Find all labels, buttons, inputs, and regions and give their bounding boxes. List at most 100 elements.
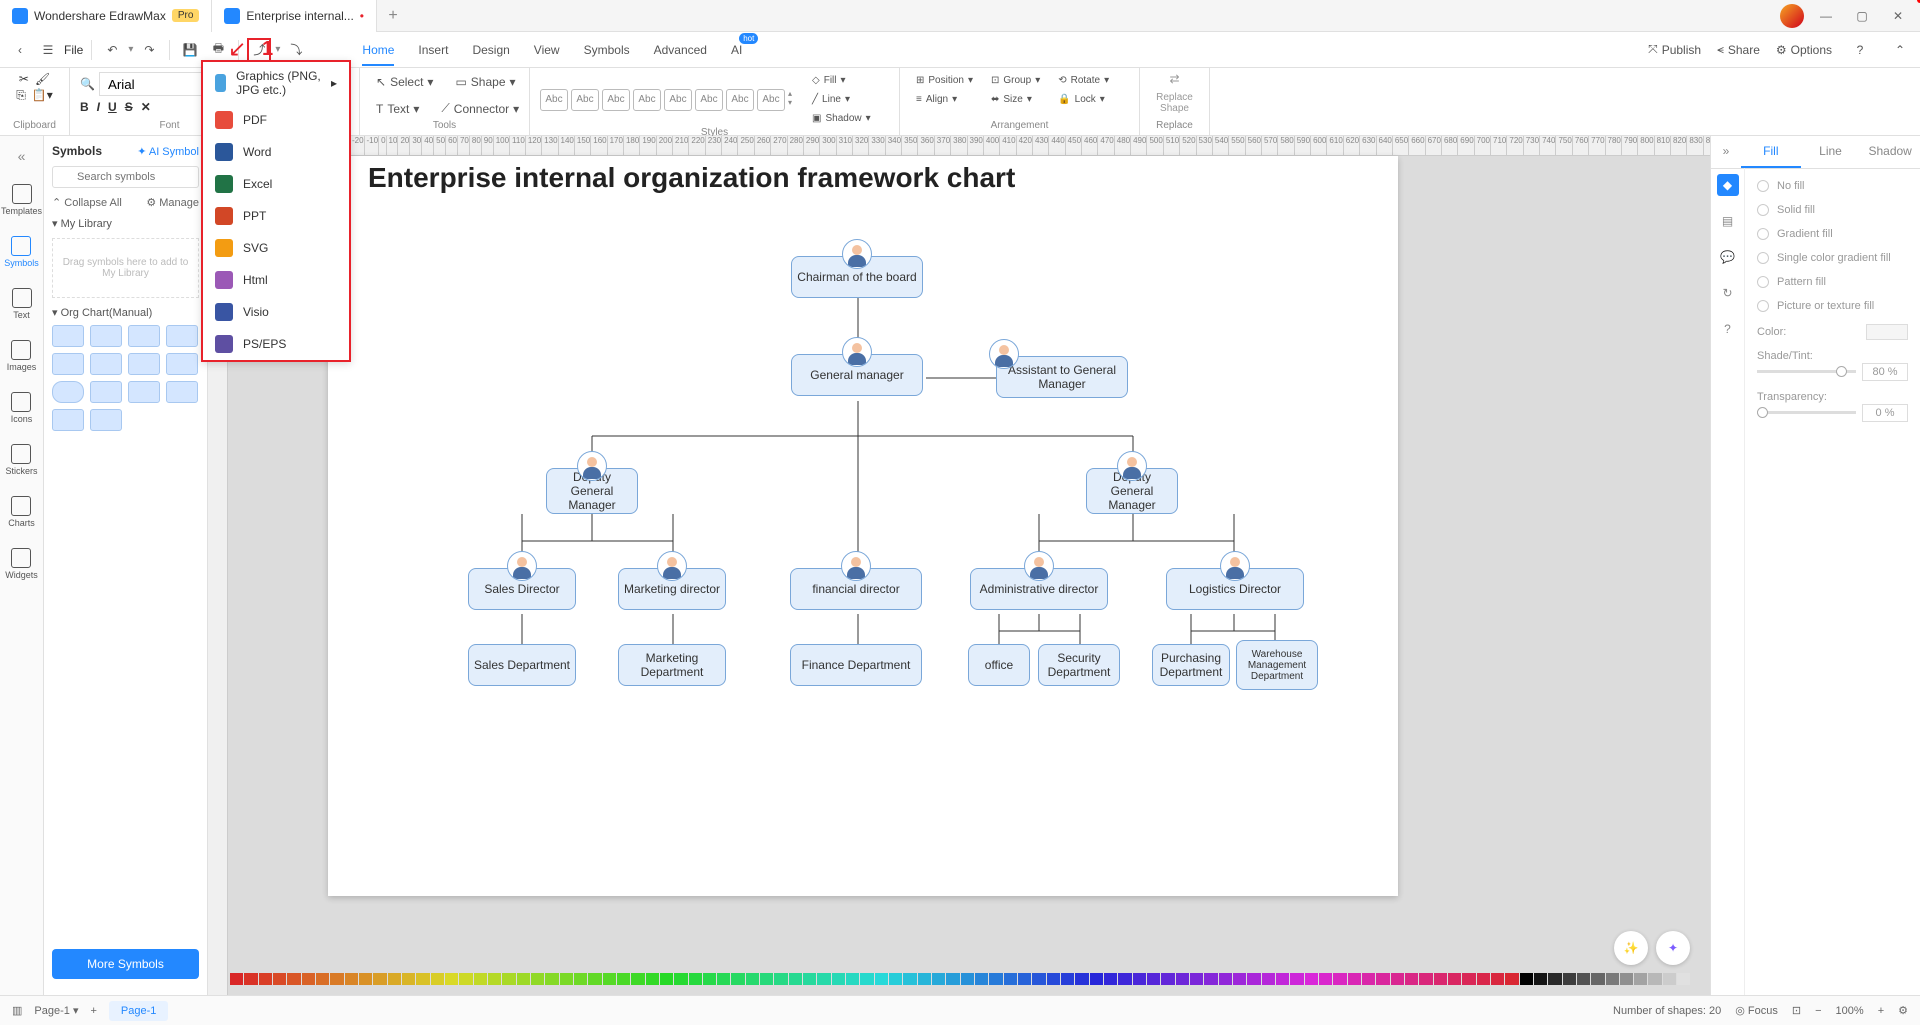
sidebar-text[interactable]: Text (12, 288, 32, 320)
transparency-value[interactable]: 0 % (1862, 404, 1908, 422)
help-button[interactable]: ? (1848, 38, 1872, 62)
zoom-level[interactable]: 100% (1836, 1005, 1864, 1017)
node-chairman[interactable]: Chairman of the board (791, 256, 923, 298)
share-button[interactable]: ⪪ Share (1717, 42, 1760, 57)
shape-item[interactable] (128, 353, 160, 375)
history-tool-icon[interactable]: ↻ (1717, 282, 1739, 304)
info-tool-icon[interactable]: ? (1717, 318, 1739, 340)
shape-item[interactable] (90, 381, 122, 403)
page-select[interactable]: Page-1 ▾ (34, 1004, 78, 1017)
save-button[interactable]: 💾 (178, 38, 202, 62)
style-tool-icon[interactable]: ◆ (1717, 174, 1739, 196)
pages-icon[interactable]: ▥ (12, 1004, 22, 1017)
export-visio[interactable]: Visio (203, 296, 349, 328)
node-dgm1[interactable]: Deputy General Manager (546, 468, 638, 514)
export-excel[interactable]: Excel (203, 168, 349, 200)
text-tool[interactable]: T Text▾ (370, 98, 425, 119)
page-tab[interactable]: Page-1 (109, 1001, 168, 1021)
redo-button[interactable]: ↷ (137, 38, 161, 62)
add-tab-button[interactable]: + (377, 7, 409, 25)
user-avatar[interactable] (1780, 4, 1804, 28)
file-menu[interactable]: File (64, 43, 83, 57)
tab-fill[interactable]: Fill (1741, 136, 1801, 168)
sidebar-images[interactable]: Images (7, 340, 37, 372)
drawing-page[interactable]: Enterprise internal organization framewo… (328, 156, 1398, 896)
drop-zone[interactable]: Drag symbols here to add to My Library (52, 238, 199, 298)
node-fin-dir[interactable]: financial director (790, 568, 922, 610)
tab-design[interactable]: Design (472, 35, 509, 65)
align-button[interactable]: ≡ Align▾ (910, 91, 979, 108)
expand-panel-button[interactable]: » (1711, 136, 1741, 168)
node-mkt-dir[interactable]: Marketing director (618, 568, 726, 610)
size-button[interactable]: ⬌ Size▾ (985, 91, 1046, 108)
sidebar-widgets[interactable]: Widgets (5, 548, 38, 580)
options-button[interactable]: ⚙ Options (1776, 43, 1832, 57)
menu-button[interactable]: ☰ (36, 38, 60, 62)
sidebar-symbols[interactable]: Symbols (4, 236, 39, 268)
orgchart-section[interactable]: ▾ Org Chart(Manual) (52, 306, 199, 319)
underline-button[interactable]: U (108, 100, 117, 114)
page-tool-icon[interactable]: ▤ (1717, 210, 1739, 232)
fit-button[interactable]: ⊡ (1792, 1004, 1801, 1017)
tab-line[interactable]: Line (1801, 136, 1861, 168)
sidebar-icons[interactable]: Icons (11, 392, 33, 424)
tab-view[interactable]: View (534, 35, 560, 65)
clear-format-button[interactable]: ✕ (141, 100, 151, 114)
export-dropdown[interactable]: ▾ (275, 44, 280, 55)
undo-button[interactable]: ↶ (100, 38, 124, 62)
more-symbols-button[interactable]: More Symbols (52, 949, 199, 979)
shadow-button[interactable]: ▣ Shadow▾ (806, 110, 877, 127)
collapse-all-button[interactable]: ⌃ Collapse All (52, 196, 122, 209)
close-button[interactable]: ✕ (1884, 2, 1912, 30)
copy-icon[interactable]: ⎘ (16, 88, 26, 103)
node-purch-dept[interactable]: Purchasing Department (1152, 644, 1230, 686)
lock-button[interactable]: 🔒 Lock▾ (1052, 91, 1115, 108)
replace-shape-icon[interactable]: ⇄ (1169, 72, 1179, 86)
shape-item[interactable] (128, 325, 160, 347)
symbol-search-input[interactable] (52, 166, 199, 188)
document-tab[interactable]: Enterprise internal... • (212, 0, 377, 32)
rotate-button[interactable]: ⟲ Rotate▾ (1052, 72, 1115, 89)
select-tool[interactable]: ↖ Select▾ (370, 72, 439, 92)
transparency-slider[interactable] (1757, 411, 1856, 414)
paste-icon[interactable]: 📋▾ (32, 88, 53, 103)
manage-button[interactable]: ⚙ Manage (146, 196, 199, 209)
comment-tool-icon[interactable]: 💬 (1717, 246, 1739, 268)
node-office[interactable]: office (968, 644, 1030, 686)
maximize-button[interactable]: ▢ (1848, 2, 1876, 30)
fill-picture[interactable]: Picture or texture fill (1757, 300, 1908, 312)
shape-item[interactable] (90, 325, 122, 347)
shape-item[interactable] (52, 325, 84, 347)
focus-button[interactable]: ◎ Focus (1735, 1004, 1778, 1017)
fill-pattern[interactable]: Pattern fill (1757, 276, 1908, 288)
italic-button[interactable]: I (97, 100, 100, 114)
add-page-button[interactable]: + (90, 1005, 96, 1017)
node-fin-dept[interactable]: Finance Department (790, 644, 922, 686)
node-dgm2[interactable]: Deputy General Manager (1086, 468, 1178, 514)
fill-none[interactable]: No fill (1757, 180, 1908, 192)
shape-item[interactable] (52, 409, 84, 431)
line-button[interactable]: ╱ Line▾ (806, 91, 877, 108)
ai-button[interactable]: ✦ (1656, 931, 1690, 965)
color-palette-bar[interactable] (230, 973, 1690, 985)
print-button[interactable]: 🖶 (206, 38, 230, 62)
shape-item[interactable] (166, 381, 198, 403)
group-button[interactable]: ⊡ Group▾ (985, 72, 1046, 89)
back-button[interactable]: ‹ (8, 38, 32, 62)
zoom-out-button[interactable]: − (1815, 1005, 1821, 1017)
cut-icon[interactable]: ✂ (19, 72, 29, 86)
shape-item[interactable] (128, 381, 160, 403)
tab-symbols[interactable]: Symbols (584, 35, 630, 65)
export-ppt[interactable]: PPT (203, 200, 349, 232)
format-painter-icon[interactable]: 🖌 (35, 72, 50, 86)
styles-gallery[interactable]: AbcAbcAbcAbcAbcAbcAbcAbc ▴▾ (540, 89, 792, 111)
collapse-sidebar-button[interactable]: « (18, 148, 26, 164)
zoom-in-button[interactable]: + (1878, 1005, 1884, 1017)
chart-title[interactable]: Enterprise internal organization framewo… (368, 161, 1015, 195)
export-pdf[interactable]: PDF (203, 104, 349, 136)
node-assistant[interactable]: Assistant to General Manager (996, 356, 1128, 398)
ai-symbol-link[interactable]: ✦ AI Symbol (137, 145, 199, 158)
import-button[interactable]: ⤵ (284, 38, 308, 62)
shape-tool[interactable]: ▭ Shape▾ (449, 72, 521, 92)
shape-item[interactable] (90, 353, 122, 375)
